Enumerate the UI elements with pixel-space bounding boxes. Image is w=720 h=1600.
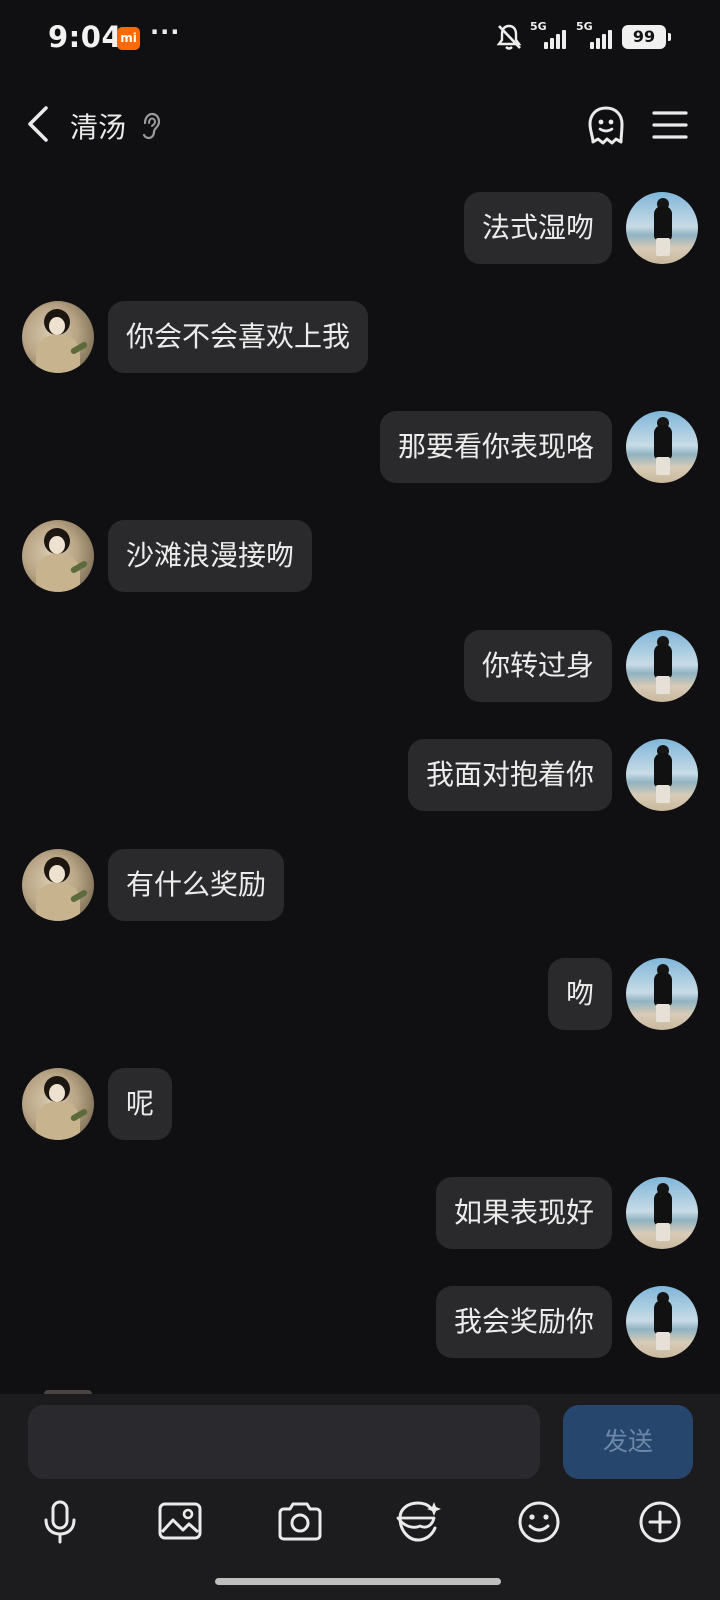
my-avatar[interactable]: [626, 739, 698, 811]
chat-title[interactable]: 清汤: [70, 106, 126, 146]
my-avatar[interactable]: [626, 411, 698, 483]
my-avatar[interactable]: [626, 1177, 698, 1249]
message-row-her: 有什么奖励: [0, 849, 720, 921]
message-bubble[interactable]: 如果表现好: [435, 1177, 612, 1249]
signal-1-icon: 5G: [530, 20, 568, 52]
microphone-icon[interactable]: [36, 1498, 84, 1546]
message-input[interactable]: [28, 1405, 540, 1479]
message-row-me: 我面对抱着你: [0, 739, 720, 811]
my-avatar[interactable]: [626, 1286, 698, 1358]
composer-toolbar: [0, 1498, 720, 1554]
message-bubble[interactable]: 有什么奖励: [108, 849, 285, 921]
message-bubble[interactable]: 沙滩浪漫接吻: [108, 520, 313, 592]
message-row-her: 呢: [0, 1068, 720, 1140]
menu-icon[interactable]: [652, 108, 688, 142]
more-notifications-icon: ···: [150, 18, 181, 46]
ghost-icon[interactable]: [584, 104, 628, 148]
message-bubble[interactable]: 呢: [108, 1068, 173, 1140]
contact-avatar[interactable]: [22, 1068, 94, 1140]
back-icon[interactable]: [24, 104, 54, 144]
message-row-me: 那要看你表现咯: [0, 411, 720, 483]
message-row-me: 如果表现好: [0, 1177, 720, 1249]
my-avatar[interactable]: [626, 630, 698, 702]
camera-icon[interactable]: [276, 1498, 324, 1546]
my-avatar[interactable]: [626, 192, 698, 264]
message-row-me: 吻: [0, 958, 720, 1030]
chat-header: 清汤: [0, 86, 720, 166]
message-row-her: 你会不会喜欢上我: [0, 301, 720, 373]
my-avatar[interactable]: [626, 958, 698, 1030]
status-time: 9:04: [48, 20, 123, 54]
contact-avatar[interactable]: [22, 301, 94, 373]
message-bubble[interactable]: 我面对抱着你: [407, 739, 612, 811]
send-button[interactable]: 发送: [563, 1405, 693, 1479]
message-bubble[interactable]: 吻: [547, 958, 612, 1030]
ear-icon[interactable]: [140, 112, 162, 140]
message-row-me: 你转过身: [0, 630, 720, 702]
home-indicator[interactable]: [215, 1578, 501, 1585]
message-bubble[interactable]: 法式湿吻: [463, 192, 612, 264]
signal-2-icon: 5G: [576, 20, 614, 52]
message-bubble[interactable]: 你转过身: [463, 630, 612, 702]
message-row-her: 沙滩浪漫接吻: [0, 520, 720, 592]
message-row-me: 我会奖励你: [0, 1286, 720, 1358]
sticker-icon[interactable]: [394, 1498, 442, 1546]
message-row-me: 法式湿吻: [0, 192, 720, 264]
emoji-icon[interactable]: [515, 1498, 563, 1546]
status-indicators: 5G 5G 99: [496, 20, 671, 52]
message-bubble[interactable]: 你会不会喜欢上我: [108, 301, 369, 373]
status-bar: 9:04 mi ··· 5G 5G 99: [0, 0, 720, 80]
message-bubble[interactable]: 我会奖励你: [435, 1286, 612, 1358]
contact-avatar[interactable]: [22, 520, 94, 592]
image-icon[interactable]: [156, 1498, 204, 1546]
battery-icon: 99: [622, 25, 671, 49]
contact-avatar[interactable]: [22, 849, 94, 921]
plus-icon[interactable]: [636, 1498, 684, 1546]
message-bubble[interactable]: 那要看你表现咯: [379, 411, 612, 483]
mi-brand-icon: mi: [117, 27, 140, 50]
bell-muted-icon: [496, 24, 522, 50]
